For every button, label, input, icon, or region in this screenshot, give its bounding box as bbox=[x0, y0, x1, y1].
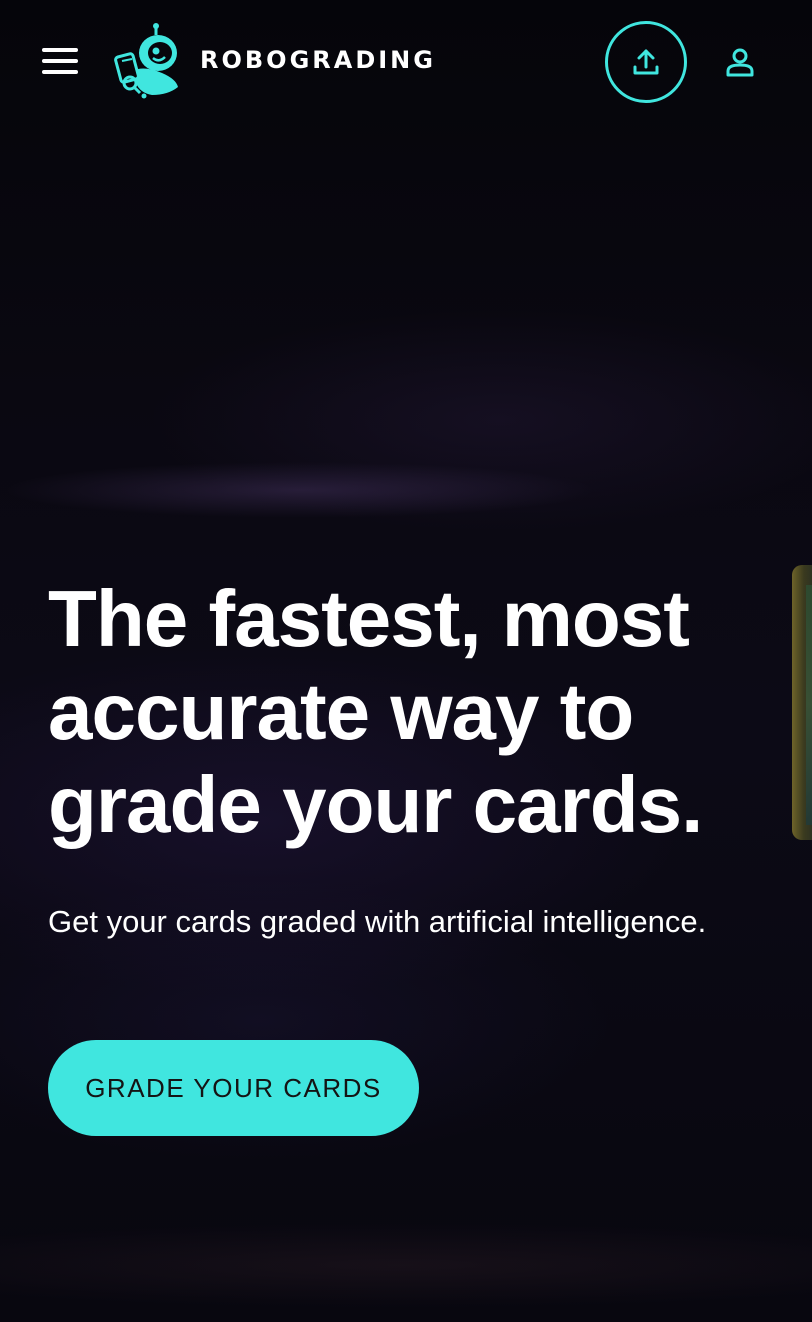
menu-bar bbox=[42, 48, 78, 52]
user-account-icon bbox=[726, 48, 754, 77]
site-header: ROBOGRADING bbox=[0, 0, 812, 122]
upload-icon bbox=[633, 49, 659, 75]
grade-your-cards-button[interactable]: GRADE YOUR CARDS bbox=[48, 1040, 419, 1136]
hero-headline: The fastest, most accurate way to grade … bbox=[48, 574, 703, 849]
upload-button[interactable] bbox=[605, 21, 687, 103]
menu-bar bbox=[42, 70, 78, 74]
menu-bar bbox=[42, 59, 78, 63]
brand-logo-link[interactable]: ROBOGRADING bbox=[108, 20, 436, 100]
brand-name: ROBOGRADING bbox=[200, 46, 436, 74]
account-button[interactable] bbox=[718, 40, 762, 84]
hamburger-menu-button[interactable] bbox=[38, 43, 82, 79]
trading-card-artwork bbox=[806, 585, 812, 825]
hero-subtitle: Get your cards graded with artificial in… bbox=[48, 904, 707, 939]
robot-mascot-logo-icon bbox=[114, 23, 178, 99]
